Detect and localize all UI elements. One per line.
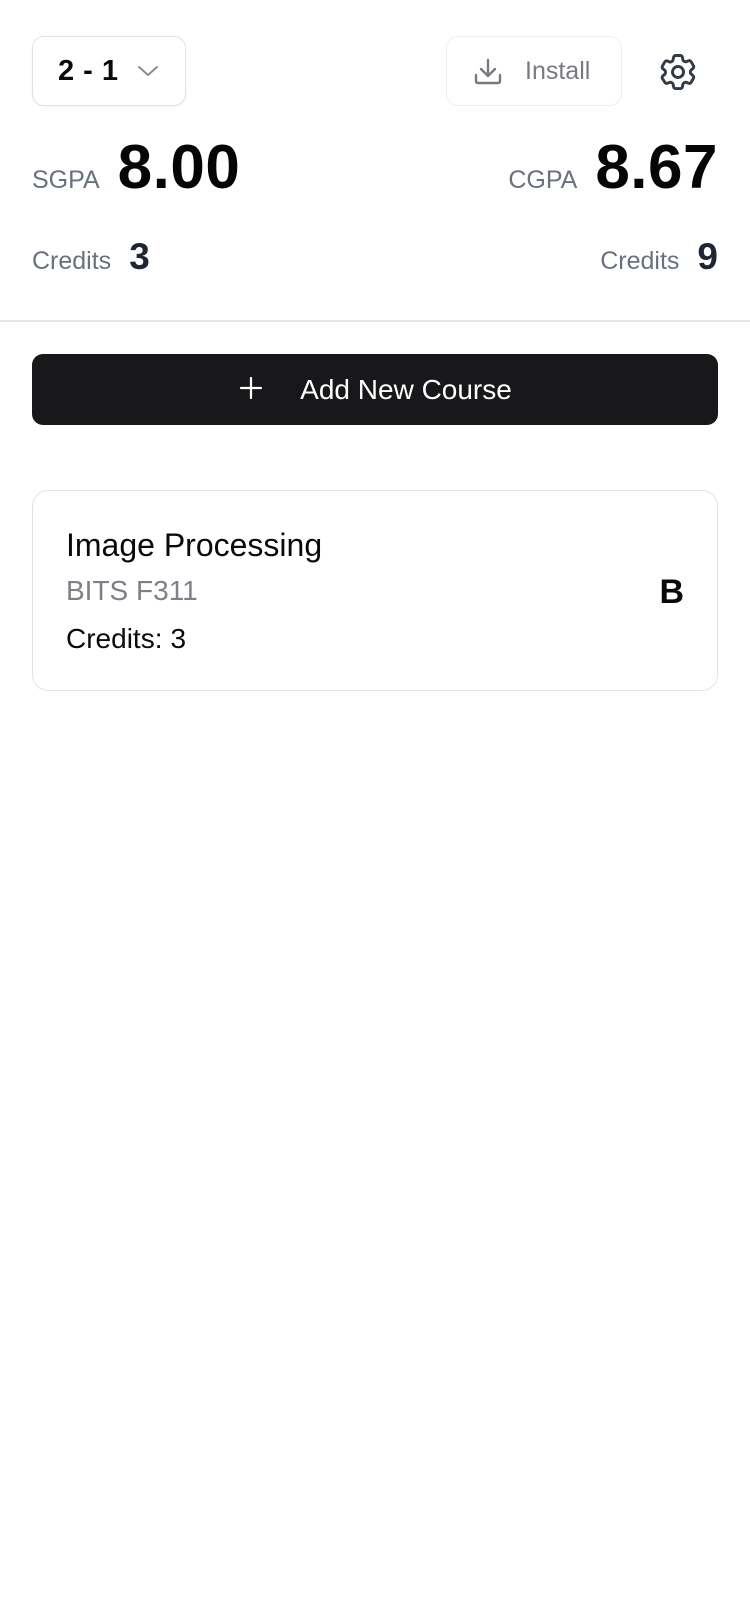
top-bar: 2 - 1 Install [32,36,718,108]
cgpa-stat: CGPA 8.67 [508,132,718,203]
install-label: Install [525,56,591,85]
cgpa-value: 8.67 [595,133,718,202]
course-code: BITS F311 [66,575,198,606]
install-button[interactable]: Install [446,36,622,106]
course-grade[interactable]: B [659,573,684,612]
semester-select[interactable]: 2 - 1 [32,36,186,106]
plus-icon [238,371,264,407]
cgpa-label: CGPA [508,166,578,194]
sgpa-value: 8.00 [117,133,241,202]
course-card[interactable]: Image Processing BITS F311 Credits: 3 B [32,490,718,691]
total-credits-value: 9 [697,236,718,277]
semester-credits-value: 3 [129,236,150,277]
sgpa-label: SGPA [32,166,100,194]
gear-icon [656,50,700,94]
chevron-down-icon [137,64,159,78]
course-credits: Credits: 3 [66,623,186,655]
add-course-button[interactable]: Add New Course [32,354,718,425]
course-credits-value: 3 [170,623,187,654]
add-course-label: Add New Course [300,373,512,405]
course-name: Image Processing [66,527,323,563]
download-icon [473,56,503,86]
settings-button[interactable] [654,48,702,96]
divider [0,320,750,322]
semester-credits-label: Credits [32,247,112,275]
course-credits-label: Credits: [66,623,163,654]
sgpa-stat: SGPA 8.00 [32,132,240,203]
total-credits-label: Credits [600,247,680,275]
total-credits-stat: Credits 9 [600,236,718,278]
semester-value: 2 - 1 [58,54,119,87]
semester-credits-stat: Credits 3 [32,236,150,278]
